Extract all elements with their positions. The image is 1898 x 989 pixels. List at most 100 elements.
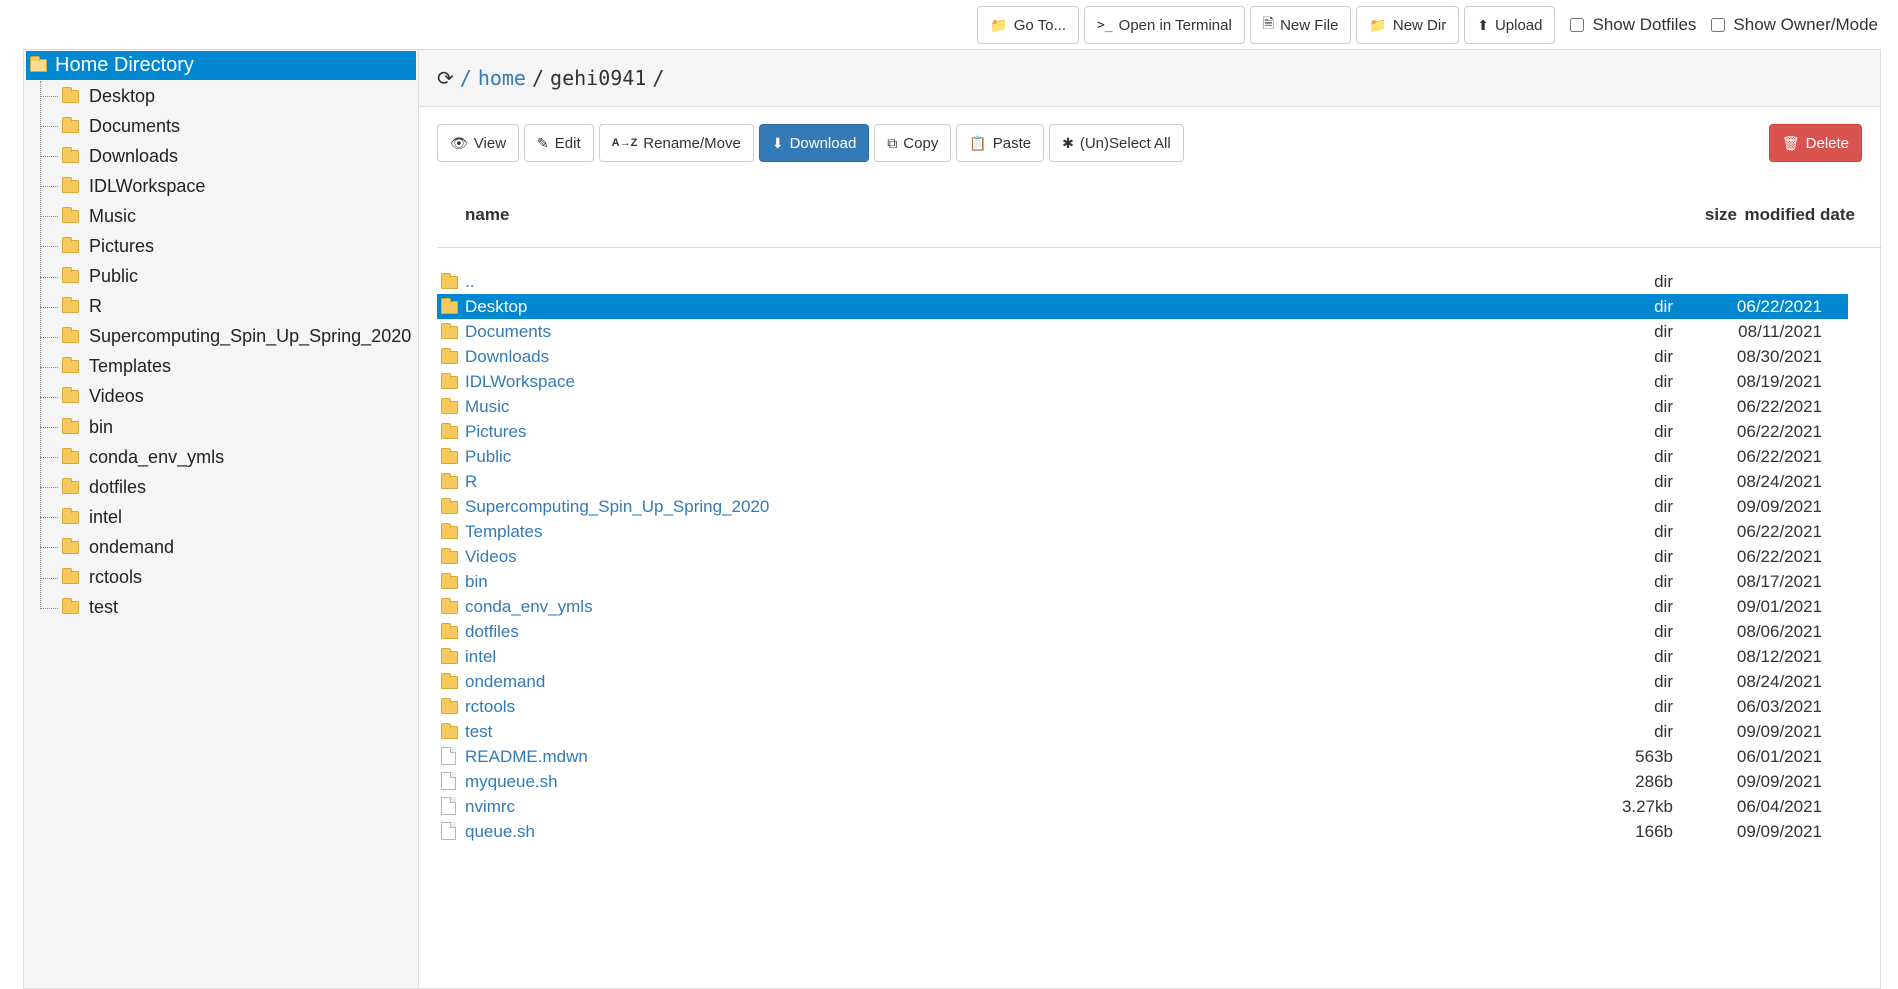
download-button[interactable]: ⬇ Download bbox=[758, 124, 870, 162]
table-row[interactable]: test dir 09/09/2021 bbox=[437, 719, 1848, 744]
new-dir-button[interactable]: 📁 New Dir bbox=[1356, 6, 1460, 44]
path-home-link[interactable]: home bbox=[478, 66, 526, 90]
rename-move-button[interactable]: A→Z Rename/Move bbox=[598, 124, 754, 162]
tree-item[interactable]: IDLWorkspace bbox=[24, 171, 418, 201]
row-name-link[interactable]: IDLWorkspace bbox=[465, 372, 575, 392]
show-owner-mode-toggle[interactable]: Show Owner/Mode bbox=[1711, 15, 1878, 35]
row-name-link[interactable]: Videos bbox=[465, 547, 517, 567]
row-size: dir bbox=[1654, 371, 1673, 391]
row-name-link[interactable]: Templates bbox=[465, 522, 542, 542]
table-row[interactable]: bin dir 08/17/2021 bbox=[437, 569, 1848, 594]
tree-item[interactable]: ondemand bbox=[24, 532, 418, 562]
table-row[interactable]: rctools dir 06/03/2021 bbox=[437, 694, 1848, 719]
paste-button[interactable]: 📋 Paste bbox=[956, 124, 1045, 162]
tree-item[interactable]: rctools bbox=[24, 563, 418, 593]
goto-button[interactable]: 📁 Go To... bbox=[977, 6, 1080, 44]
table-row[interactable]: queue.sh 166b 09/09/2021 bbox=[437, 819, 1848, 844]
tree-item[interactable]: Templates bbox=[24, 352, 418, 382]
row-name-link[interactable]: myqueue.sh bbox=[465, 772, 558, 792]
tree-item[interactable]: Supercomputing_Spin_Up_Spring_2020 bbox=[24, 322, 418, 352]
folder-icon bbox=[62, 507, 79, 524]
file-icon bbox=[441, 747, 456, 765]
tree-item[interactable]: test bbox=[24, 593, 418, 623]
show-dotfiles-checkbox[interactable] bbox=[1570, 18, 1585, 32]
delete-button[interactable]: 🗑 Delete bbox=[1768, 124, 1862, 162]
table-row[interactable]: nvimrc 3.27kb 06/04/2021 bbox=[437, 794, 1848, 819]
tree-item[interactable]: dotfiles bbox=[24, 472, 418, 502]
row-name-link[interactable]: queue.sh bbox=[465, 822, 535, 842]
select-all-button[interactable]: ✱ (Un)Select All bbox=[1049, 124, 1184, 162]
row-name-link[interactable]: ondemand bbox=[465, 672, 545, 692]
row-name-link[interactable]: Desktop bbox=[465, 297, 527, 317]
table-row[interactable]: dotfiles dir 08/06/2021 bbox=[437, 619, 1848, 644]
row-modified-date: 09/09/2021 bbox=[1736, 771, 1822, 791]
path-root-link[interactable]: / bbox=[460, 66, 472, 90]
download-label: Download bbox=[789, 134, 857, 152]
row-modified-date: 09/01/2021 bbox=[1736, 596, 1822, 616]
row-name-link[interactable]: Public bbox=[465, 447, 511, 467]
tree-item[interactable]: Documents bbox=[24, 111, 418, 141]
row-name-link[interactable]: Pictures bbox=[465, 422, 526, 442]
tree-item[interactable]: Downloads bbox=[24, 141, 418, 171]
tree-item[interactable]: Videos bbox=[24, 382, 418, 412]
table-row[interactable]: Public dir 06/22/2021 bbox=[437, 444, 1848, 469]
refresh-icon[interactable]: ⟳ bbox=[437, 66, 454, 90]
upload-button[interactable]: ⬆ Upload bbox=[1464, 6, 1556, 44]
column-header-modified[interactable]: modified date bbox=[1744, 205, 1855, 225]
table-row[interactable]: Pictures dir 06/22/2021 bbox=[437, 419, 1848, 444]
tree-item[interactable]: Music bbox=[24, 201, 418, 231]
row-name-link[interactable]: test bbox=[465, 722, 492, 742]
tree-item[interactable]: conda_env_ymls bbox=[24, 442, 418, 472]
row-name-link[interactable]: R bbox=[465, 472, 477, 492]
row-name-link[interactable]: Supercomputing_Spin_Up_Spring_2020 bbox=[465, 497, 769, 517]
table-row[interactable]: IDLWorkspace dir 08/19/2021 bbox=[437, 369, 1848, 394]
table-row[interactable]: Documents dir 08/11/2021 bbox=[437, 319, 1848, 344]
row-name-link[interactable]: intel bbox=[465, 647, 496, 667]
table-row[interactable]: myqueue.sh 286b 09/09/2021 bbox=[437, 769, 1848, 794]
row-name-link[interactable]: bin bbox=[465, 572, 488, 592]
row-name-link[interactable]: README.mdwn bbox=[465, 747, 588, 767]
table-row[interactable]: ondemand dir 08/24/2021 bbox=[437, 669, 1848, 694]
tree-item[interactable]: Desktop bbox=[24, 81, 418, 111]
tree-item[interactable]: bin bbox=[24, 412, 418, 442]
show-dotfiles-toggle[interactable]: Show Dotfiles bbox=[1570, 15, 1696, 35]
tree-item[interactable]: Pictures bbox=[24, 231, 418, 261]
table-row[interactable]: Desktop dir 06/22/2021 bbox=[437, 294, 1848, 319]
view-button[interactable]: 👁 View bbox=[437, 124, 520, 162]
row-name-link[interactable]: Downloads bbox=[465, 347, 549, 367]
folder-icon: 📁 bbox=[1369, 16, 1387, 33]
tree-item[interactable]: Public bbox=[24, 262, 418, 292]
column-header-name[interactable]: name bbox=[465, 205, 509, 225]
column-header-size[interactable]: size bbox=[1705, 205, 1737, 225]
table-row[interactable]: Music dir 06/22/2021 bbox=[437, 394, 1848, 419]
table-row[interactable]: Videos dir 06/22/2021 bbox=[437, 544, 1848, 569]
new-file-button[interactable]: 🗎 New File bbox=[1249, 6, 1352, 44]
tree-item[interactable]: R bbox=[24, 292, 418, 322]
show-owner-mode-checkbox[interactable] bbox=[1711, 18, 1726, 32]
row-name-link[interactable]: nvimrc bbox=[465, 797, 515, 817]
row-size: dir bbox=[1654, 646, 1673, 666]
row-name-link[interactable]: Documents bbox=[465, 322, 551, 342]
folder-icon bbox=[441, 273, 458, 289]
folder-icon bbox=[62, 116, 79, 133]
open-terminal-button[interactable]: >_ Open in Terminal bbox=[1084, 6, 1245, 44]
copy-button[interactable]: ⧉ Copy bbox=[874, 124, 952, 162]
row-name-link[interactable]: dotfiles bbox=[465, 622, 519, 642]
table-row[interactable]: conda_env_ymls dir 09/01/2021 bbox=[437, 594, 1848, 619]
edit-button[interactable]: ✎ Edit bbox=[524, 124, 594, 162]
table-row[interactable]: .. dir bbox=[437, 269, 1848, 294]
table-row[interactable]: Rdir 08/24/2021 bbox=[437, 469, 1848, 494]
row-name-link[interactable]: conda_env_ymls bbox=[465, 597, 593, 617]
row-name-link[interactable]: rctools bbox=[465, 697, 515, 717]
table-row[interactable]: README.mdwn 563b 06/01/2021 bbox=[437, 744, 1848, 769]
table-row[interactable]: Downloads dir 08/30/2021 bbox=[437, 344, 1848, 369]
upload-icon: ⬆ bbox=[1477, 16, 1489, 33]
row-name-link[interactable]: Music bbox=[465, 397, 509, 417]
table-row[interactable]: Templates dir 06/22/2021 bbox=[437, 519, 1848, 544]
row-name-link[interactable]: .. bbox=[465, 272, 474, 292]
tree-item[interactable]: intel bbox=[24, 502, 418, 532]
table-row[interactable]: Supercomputing_Spin_Up_Spring_2020 dir 09/… bbox=[437, 494, 1848, 519]
tree-root-label: Home Directory bbox=[55, 54, 194, 76]
table-row[interactable]: intel dir 08/12/2021 bbox=[437, 644, 1848, 669]
tree-root-home[interactable]: Home Directory bbox=[26, 51, 416, 80]
